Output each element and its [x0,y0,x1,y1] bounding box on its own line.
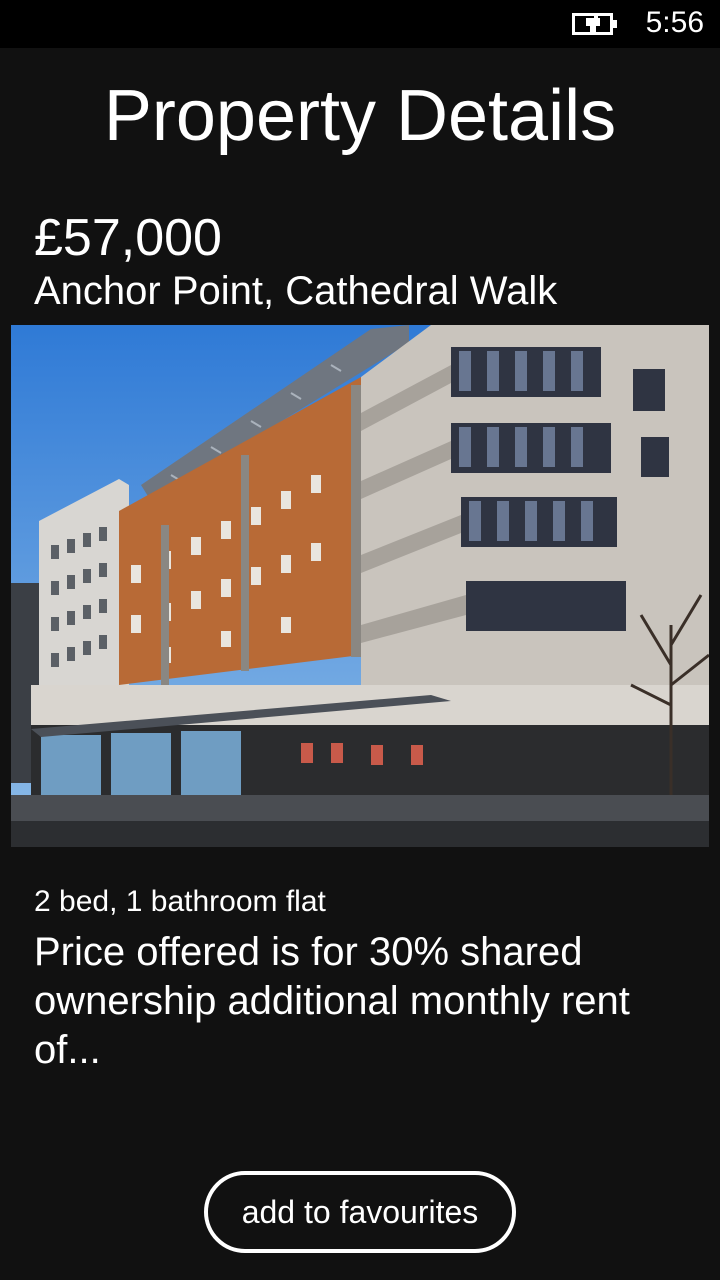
property-photo [11,325,709,847]
property-summary: 2 bed, 1 bathroom flat [34,885,326,918]
property-price: £57,000 [34,209,222,267]
property-details-page: Property Details £57,000 Anchor Point, C… [0,48,720,1280]
property-description: Price offered is for 30% shared ownershi… [34,930,630,1072]
clock: 5:56 [645,6,704,39]
battery-charging-icon [572,13,617,35]
building-photo-illustration [11,325,709,847]
page-title: Property Details [103,76,617,156]
status-bar: 5:56 [0,0,720,48]
property-address: Anchor Point, Cathedral Walk [34,269,558,313]
add-to-favourites-button[interactable]: add to favourites [204,1171,516,1253]
